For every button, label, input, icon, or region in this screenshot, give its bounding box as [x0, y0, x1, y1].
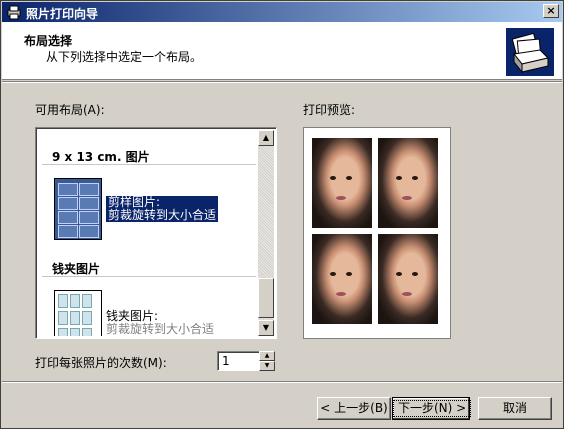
back-button[interactable]: < 上一步(B) [317, 397, 391, 420]
window-title: 照片打印向导 [26, 7, 99, 21]
layout-item-title: 剪样图片: [108, 195, 161, 209]
arrow-up-icon: ▲ [264, 352, 270, 359]
preview-photo [378, 138, 438, 228]
printer-photos-icon [506, 28, 554, 76]
layout-item-text: 钱夹图片: 剪裁旋转到大小合适 [106, 310, 214, 336]
step-subtitle: 从下列选择中选定一个布局。 [46, 50, 203, 64]
spin-down-button[interactable]: ▼ [259, 361, 275, 371]
cancel-button[interactable]: 取消 [478, 397, 552, 420]
close-icon: × [546, 4, 556, 17]
scroll-thumb[interactable] [258, 278, 274, 318]
group-divider [42, 164, 256, 165]
printer-app-icon [7, 5, 21, 20]
preview-photo [378, 234, 438, 324]
scroll-down-button[interactable]: ▼ [258, 320, 274, 336]
photo-print-wizard-window: 照片打印向导 × 布局选择 从下列选择中选定一个布局。 可用布局(A): 打印预… [0, 0, 564, 429]
header-separator [2, 81, 562, 83]
copies-spinner[interactable]: ▲ ▼ [259, 351, 275, 371]
layout-thumbnail [54, 178, 102, 240]
print-preview [303, 127, 451, 339]
layout-item-desc: 剪裁旋转到大小合适 [106, 322, 215, 336]
layout-group-title: 9 x 13 cm. 图片 [52, 150, 150, 164]
layouts-scrollbar[interactable]: ▲ ▼ [258, 130, 274, 336]
next-button-label: 下一步(N) > [393, 400, 472, 417]
layouts-listbox[interactable]: 9 x 13 cm. 图片 剪样图片: 剪裁旋转到大小合适 钱夹图片 钱夹图片:… [35, 127, 277, 339]
spin-up-button[interactable]: ▲ [259, 351, 275, 361]
scroll-up-button[interactable]: ▲ [258, 130, 274, 146]
preview-photo [312, 138, 372, 228]
layouts-label: 可用布局(A): [35, 103, 105, 117]
copies-input[interactable]: 1 [217, 351, 261, 371]
arrow-down-icon: ▼ [262, 323, 270, 332]
copies-label: 打印每张照片的次数(M): [35, 356, 167, 370]
preview-photo [312, 234, 372, 324]
close-button[interactable]: × [543, 4, 559, 18]
wizard-header: 布局选择 从下列选择中选定一个布局。 [2, 22, 562, 80]
title-bar[interactable]: 照片打印向导 × [2, 2, 562, 22]
layouts-list-content: 9 x 13 cm. 图片 剪样图片: 剪裁旋转到大小合适 钱夹图片 钱夹图片:… [38, 130, 260, 336]
layout-item-desc: 剪裁旋转到大小合适 [108, 208, 217, 222]
footer-separator [2, 381, 562, 383]
arrow-down-icon: ▼ [264, 362, 270, 369]
layout-item-title: 钱夹图片: [106, 309, 159, 323]
layout-item-text: 剪样图片: 剪裁旋转到大小合适 [106, 195, 219, 222]
layout-thumbnail [54, 290, 102, 336]
next-button[interactable]: 下一步(N) > [392, 397, 472, 420]
step-title: 布局选择 [24, 34, 73, 48]
arrow-up-icon: ▲ [262, 133, 270, 142]
group-divider [42, 276, 256, 277]
layout-group-title: 钱夹图片 [52, 262, 101, 276]
preview-label: 打印预览: [303, 103, 356, 117]
